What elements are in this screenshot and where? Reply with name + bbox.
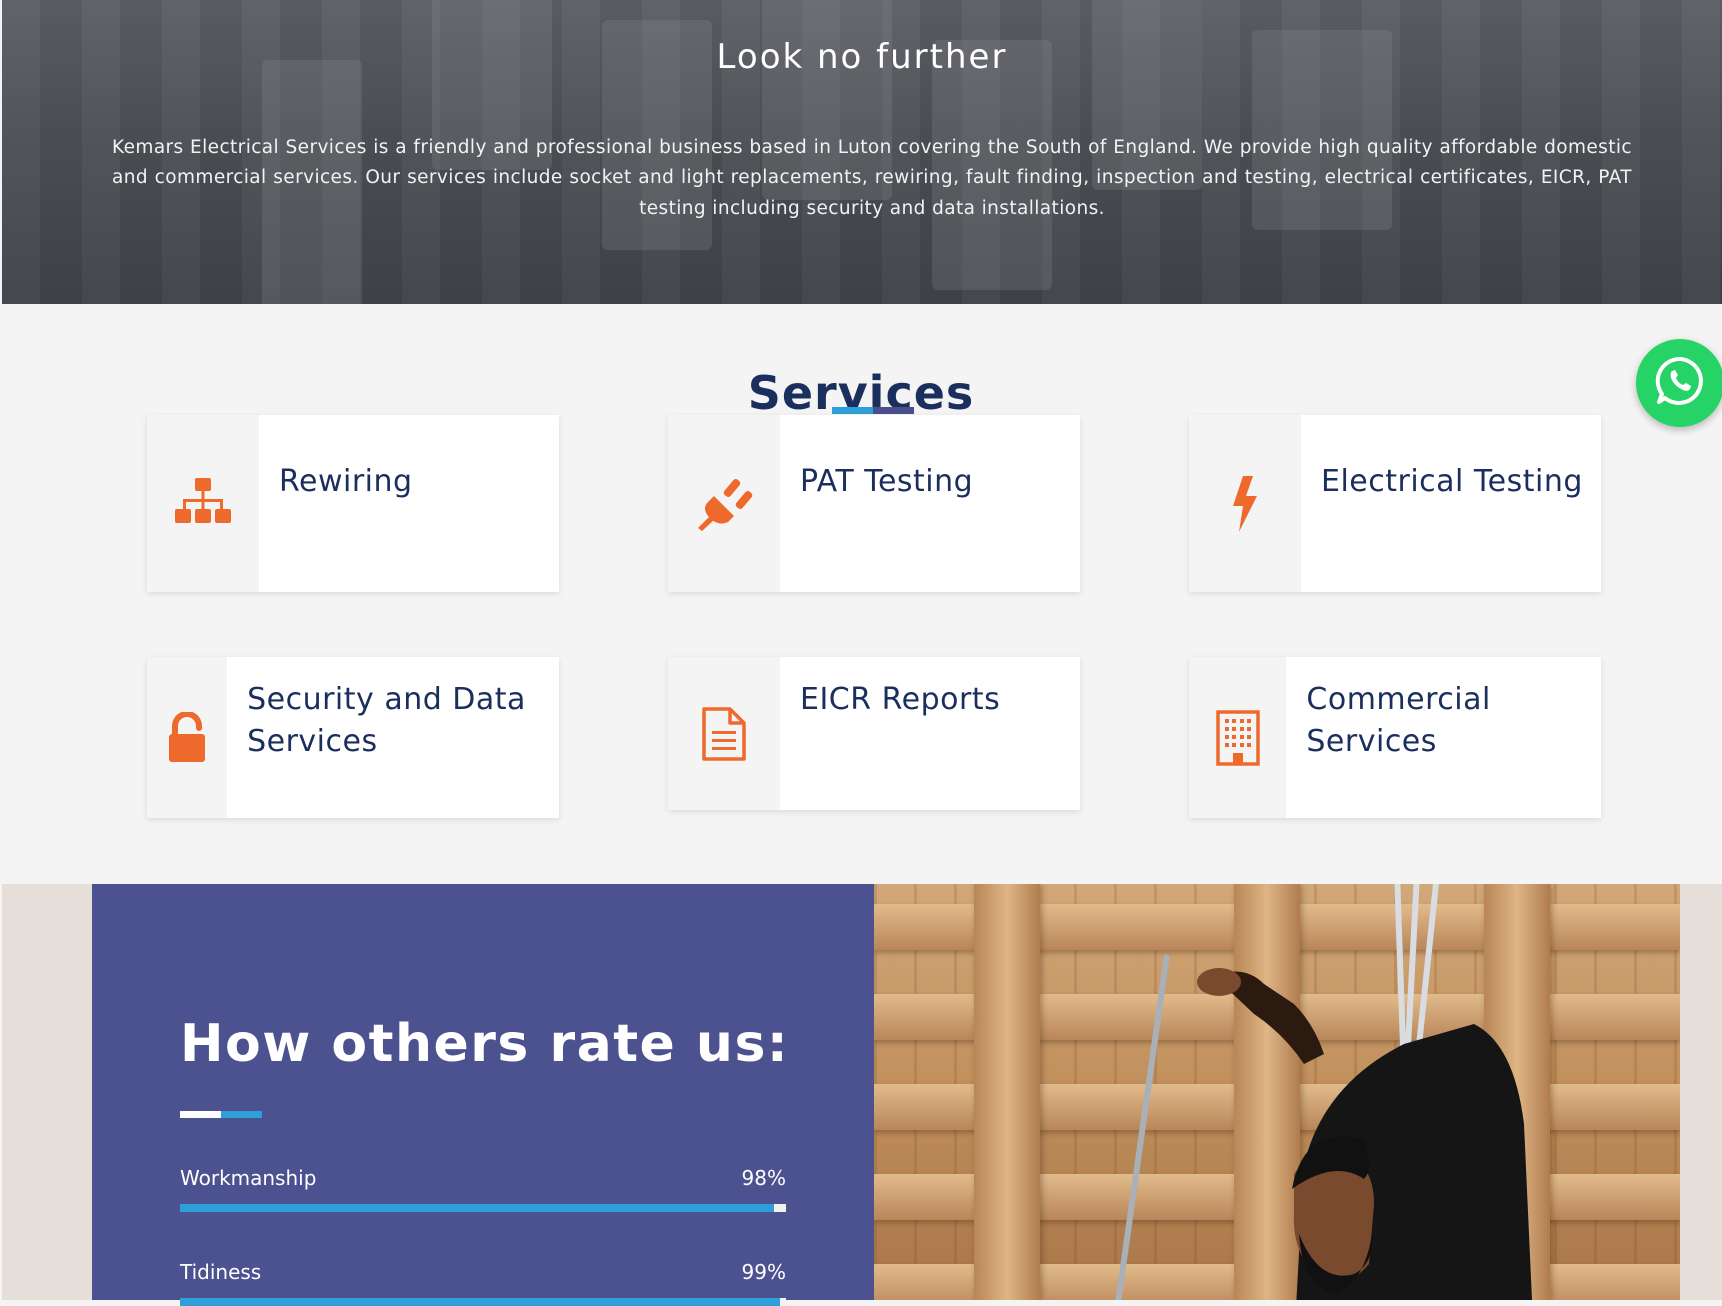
electrician-figure xyxy=(1197,968,1532,1300)
document-icon xyxy=(700,705,748,763)
ratings-title-underline xyxy=(180,1111,262,1118)
rating-value: 99% xyxy=(741,1260,786,1284)
service-card-eicr-reports[interactable]: EICR Reports xyxy=(668,657,1080,810)
unlocked-padlock-icon xyxy=(165,711,209,764)
rating-progress-track xyxy=(180,1204,786,1212)
rating-progress-track xyxy=(180,1298,786,1306)
hero-section: Look no further Kemars Electrical Servic… xyxy=(2,0,1722,304)
service-label: Security and Data Services xyxy=(247,682,526,759)
electrician-photo xyxy=(874,884,1680,1300)
service-label: EICR Reports xyxy=(800,682,1001,717)
building-icon xyxy=(1215,709,1261,767)
rating-progress-fill xyxy=(180,1204,774,1212)
rating-workmanship: Workmanship 98% xyxy=(180,1166,786,1212)
service-label: Electrical Testing xyxy=(1321,464,1583,499)
rating-label: Workmanship xyxy=(180,1166,317,1190)
sitemap-icon xyxy=(175,477,231,530)
service-card-pat-testing[interactable]: PAT Testing xyxy=(668,415,1080,592)
service-card-commercial[interactable]: Commercial Services xyxy=(1189,657,1601,818)
plug-icon xyxy=(694,476,754,532)
rating-progress-fill xyxy=(180,1298,780,1306)
service-label: Rewiring xyxy=(279,464,413,499)
rating-tidiness: Tidiness 99% xyxy=(180,1260,786,1306)
service-label: PAT Testing xyxy=(800,464,974,499)
whatsapp-icon xyxy=(1653,354,1707,412)
services-title-underline xyxy=(832,407,914,414)
hero-description: Kemars Electrical Services is a friendly… xyxy=(112,136,1632,219)
lightning-bolt-icon xyxy=(1229,475,1261,532)
ratings-title: How others rate us: xyxy=(180,1014,790,1074)
whatsapp-button[interactable] xyxy=(1636,339,1722,427)
ratings-panel: How others rate us: Workmanship 98% Tidi… xyxy=(92,884,874,1306)
hero-title: Look no further xyxy=(716,36,1008,77)
rating-value: 98% xyxy=(741,1166,786,1190)
service-label: Commercial Services xyxy=(1306,682,1491,759)
service-card-rewiring[interactable]: Rewiring xyxy=(147,415,559,592)
service-card-security-data[interactable]: Security and Data Services xyxy=(147,657,559,818)
rating-label: Tidiness xyxy=(180,1260,262,1284)
service-card-electrical-testing[interactable]: Electrical Testing xyxy=(1189,415,1601,592)
